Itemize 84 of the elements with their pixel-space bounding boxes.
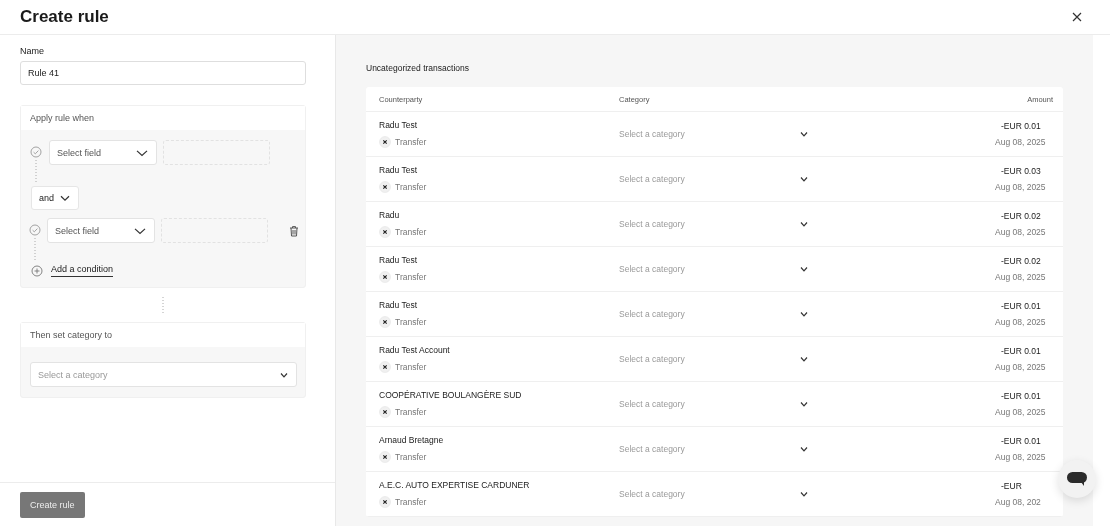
transaction-type: Transfer <box>395 497 427 507</box>
check-circle-icon <box>30 146 42 158</box>
counterparty-name: Radu Test <box>379 165 419 175</box>
connector-line <box>162 297 164 313</box>
chevron-down-icon <box>799 354 809 364</box>
transaction-type: Transfer <box>395 452 427 462</box>
x-circle-icon <box>379 451 391 463</box>
trash-icon <box>288 225 300 237</box>
counterparty-name: A.E.C. AUTO EXPERTISE CARDUNER <box>379 480 531 490</box>
x-circle-icon <box>379 496 391 508</box>
x-circle-icon <box>379 181 391 193</box>
close-button[interactable] <box>1070 10 1084 24</box>
connector-line <box>35 160 37 182</box>
section-title: Uncategorized transactions <box>366 62 470 75</box>
x-circle-icon <box>379 406 391 418</box>
amount: -EUR 0.02 <box>1000 256 1042 266</box>
transaction-date: Aug 08, 2025 <box>995 137 1047 147</box>
transaction-date: Aug 08, 2025 <box>995 407 1047 417</box>
chat-bubble-icon <box>1066 471 1088 487</box>
amount: -EUR 0.01 <box>1000 121 1042 131</box>
chevron-down-icon <box>799 219 809 229</box>
amount: -EUR 0.01 <box>1000 301 1042 311</box>
panel-title: Then set category to <box>21 323 305 347</box>
transaction-date: Aug 08, 2025 <box>995 227 1047 237</box>
name-field[interactable]: Rule 41 <box>20 61 306 85</box>
counterparty-name: Radu Test <box>379 120 419 130</box>
close-icon <box>1072 12 1082 22</box>
counterparty-name: Radu Test <box>379 255 419 265</box>
amount: -EUR <box>1000 481 1023 491</box>
chevron-down-icon <box>799 174 809 184</box>
panel-title: Apply rule when <box>21 106 305 130</box>
x-circle-icon <box>379 316 391 328</box>
category-dropdown[interactable]: Select a category <box>619 354 809 364</box>
field-dropdown[interactable]: Select field <box>47 218 155 243</box>
connector-line <box>34 238 36 260</box>
add-condition-link[interactable]: Add a condition <box>51 264 114 277</box>
transaction-type: Transfer <box>395 272 427 282</box>
counterparty-name: Radu Test Account <box>379 345 451 355</box>
x-circle-icon <box>379 226 391 238</box>
counterparty-name: COOPÉRATIVE BOULANGÈRE SUD <box>379 390 523 400</box>
amount: -EUR 0.03 <box>1000 166 1042 176</box>
field-label: Name <box>20 46 45 56</box>
category-dropdown[interactable]: Select a category <box>619 399 809 409</box>
transaction-type: Transfer <box>395 317 427 327</box>
transaction-date: Aug 08, 202 <box>995 497 1042 507</box>
chevron-down-icon <box>799 399 809 409</box>
transaction-date: Aug 08, 2025 <box>995 362 1047 372</box>
chevron-down-icon <box>799 444 809 454</box>
amount: -EUR 0.01 <box>1000 436 1042 446</box>
transaction-date: Aug 08, 2025 <box>995 317 1047 327</box>
transaction-date: Aug 08, 2025 <box>995 182 1047 192</box>
category-dropdown[interactable]: Select a category <box>619 309 809 319</box>
x-circle-icon <box>379 361 391 373</box>
counterparty-name: Arnaud Bretagne <box>379 435 445 445</box>
chevron-down-icon <box>799 309 809 319</box>
category-dropdown[interactable]: Select a category <box>619 444 809 454</box>
transaction-type: Transfer <box>395 362 427 372</box>
counterparty-name: Radu Test <box>379 300 419 310</box>
transaction-date: Aug 08, 2025 <box>995 272 1047 282</box>
category-dropdown[interactable]: Select a category <box>619 174 809 184</box>
category-dropdown[interactable]: Select a category <box>30 362 297 387</box>
chevron-down-icon <box>799 264 809 274</box>
x-circle-icon <box>379 271 391 283</box>
counterparty-name: Radu <box>379 210 401 220</box>
operator-dropdown[interactable]: and <box>31 186 80 210</box>
transaction-type: Transfer <box>395 137 427 147</box>
chevron-down-icon <box>799 489 809 499</box>
amount: -EUR 0.01 <box>1000 346 1042 356</box>
transaction-type: Transfer <box>395 182 427 192</box>
category-dropdown[interactable]: Select a category <box>619 264 809 274</box>
category-dropdown[interactable]: Select a category <box>619 489 809 499</box>
chevron-down-icon <box>799 129 809 139</box>
field-dropdown[interactable]: Select field <box>49 140 157 165</box>
transaction-type: Transfer <box>395 227 427 237</box>
amount: -EUR 0.01 <box>1000 391 1042 401</box>
transaction-date: Aug 08, 2025 <box>995 452 1047 462</box>
check-circle-icon <box>29 224 41 236</box>
category-dropdown[interactable]: Select a category <box>619 129 809 139</box>
plus-circle-icon <box>31 264 43 277</box>
amount: -EUR 0.02 <box>1000 211 1042 221</box>
category-dropdown[interactable]: Select a category <box>619 219 809 229</box>
dialog-title: Create rule <box>20 7 109 27</box>
transaction-type: Transfer <box>395 407 427 417</box>
x-circle-icon <box>379 136 391 148</box>
